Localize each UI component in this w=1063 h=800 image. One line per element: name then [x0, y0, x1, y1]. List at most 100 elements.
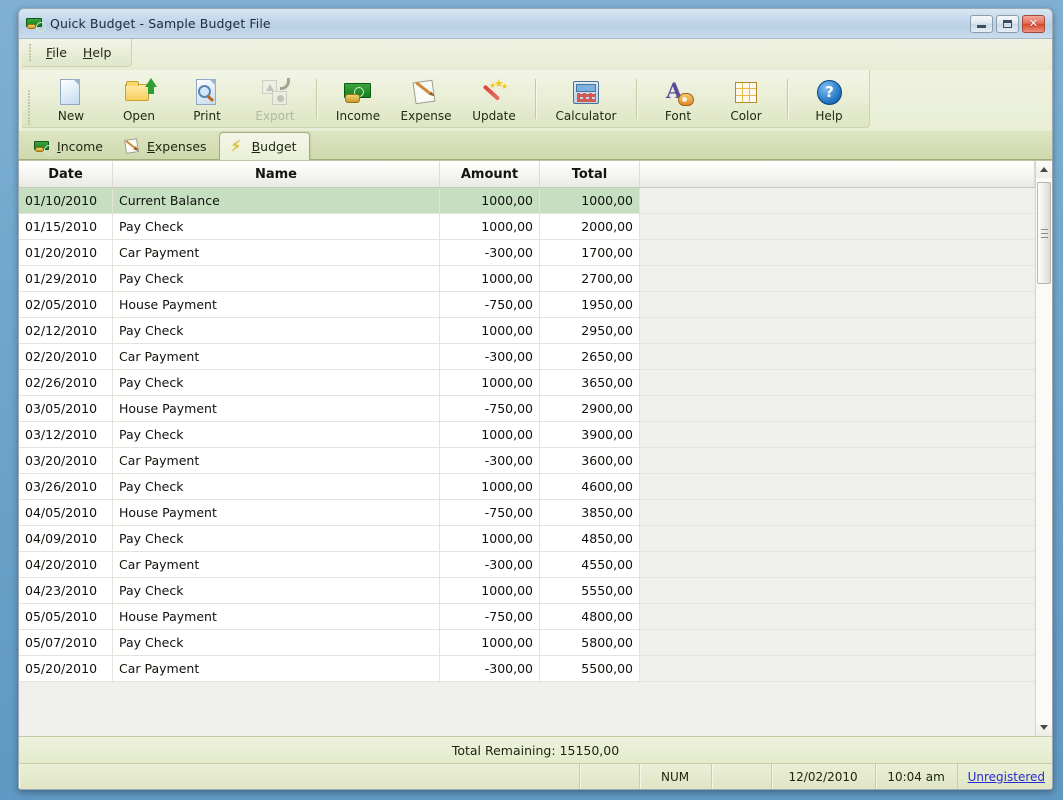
toolbar-button-help[interactable]: ? Help — [795, 73, 863, 125]
tab-income[interactable]: Income — [25, 133, 115, 159]
cell-name: Pay Check — [113, 266, 440, 291]
cell-total: 4600,00 — [540, 474, 640, 499]
toolbar-button-calculator[interactable]: Calculator — [543, 73, 629, 125]
table-row[interactable]: 01/20/2010 Car Payment -300,00 1700,00 — [19, 240, 1035, 266]
table-row[interactable]: 03/05/2010 House Payment -750,00 2900,00 — [19, 396, 1035, 422]
column-header-name[interactable]: Name — [113, 161, 440, 187]
menu-item-help[interactable]: Help — [75, 42, 120, 63]
table-row[interactable]: 05/07/2010 Pay Check 1000,00 5800,00 — [19, 630, 1035, 656]
cell-name: Pay Check — [113, 318, 440, 343]
toolbar-button-new[interactable]: New — [37, 73, 105, 125]
cell-total: 2000,00 — [540, 214, 640, 239]
window-title: Quick Budget - Sample Budget File — [50, 16, 271, 31]
cell-amount: -300,00 — [440, 240, 540, 265]
table-row[interactable]: 05/05/2010 House Payment -750,00 4800,00 — [19, 604, 1035, 630]
toolbar-separator — [535, 78, 536, 119]
vertical-scrollbar[interactable] — [1035, 161, 1052, 736]
table-row[interactable]: 04/05/2010 House Payment -750,00 3850,00 — [19, 500, 1035, 526]
toolbar-button-export: Export — [241, 73, 309, 125]
table-row[interactable]: 02/20/2010 Car Payment -300,00 2650,00 — [19, 344, 1035, 370]
column-header-filler — [640, 161, 1035, 187]
cell-name: Car Payment — [113, 656, 440, 681]
table-row[interactable]: 05/20/2010 Car Payment -300,00 5500,00 — [19, 656, 1035, 682]
cell-filler — [640, 500, 1035, 525]
cell-name: Pay Check — [113, 214, 440, 239]
table-row[interactable]: 02/05/2010 House Payment -750,00 1950,00 — [19, 292, 1035, 318]
column-header-total[interactable]: Total — [540, 161, 640, 187]
menu-item-file[interactable]: File — [38, 42, 75, 63]
toolbar-button-color[interactable]: Color — [712, 73, 780, 125]
cell-filler — [640, 292, 1035, 317]
cell-date: 01/10/2010 — [19, 188, 113, 213]
calculator-icon — [570, 78, 602, 107]
cell-total: 1950,00 — [540, 292, 640, 317]
toolbar-separator — [636, 78, 637, 119]
cell-total: 3600,00 — [540, 448, 640, 473]
tab-expenses-label: Expenses — [147, 138, 207, 154]
cell-amount: -300,00 — [440, 656, 540, 681]
tab-income-label: Income — [57, 138, 103, 154]
close-button[interactable]: ✕ — [1022, 14, 1045, 33]
table-row[interactable]: 03/26/2010 Pay Check 1000,00 4600,00 — [19, 474, 1035, 500]
unregistered-link[interactable]: Unregistered — [968, 770, 1045, 784]
status-registration: Unregistered — [958, 764, 1052, 789]
toolbar-button-update[interactable]: ★ ★ ★ Update — [460, 73, 528, 125]
note-pen-icon — [124, 137, 141, 154]
scroll-down-button[interactable] — [1036, 719, 1052, 736]
cell-filler — [640, 552, 1035, 577]
table-row[interactable]: 02/12/2010 Pay Check 1000,00 2950,00 — [19, 318, 1035, 344]
cell-date: 05/05/2010 — [19, 604, 113, 629]
table-row[interactable]: 04/09/2010 Pay Check 1000,00 4850,00 — [19, 526, 1035, 552]
cell-filler — [640, 526, 1035, 551]
cell-total: 2900,00 — [540, 396, 640, 421]
cell-date: 03/26/2010 — [19, 474, 113, 499]
scroll-up-button[interactable] — [1036, 161, 1052, 178]
grid-header-row: Date Name Amount Total — [19, 161, 1035, 188]
cell-name: House Payment — [113, 396, 440, 421]
scrollbar-track[interactable] — [1036, 178, 1052, 719]
maximize-button[interactable] — [996, 14, 1019, 33]
tab-expenses[interactable]: Expenses — [115, 133, 219, 159]
table-row[interactable]: 03/12/2010 Pay Check 1000,00 3900,00 — [19, 422, 1035, 448]
print-preview-icon — [191, 78, 223, 107]
cell-date: 01/15/2010 — [19, 214, 113, 239]
tab-budget[interactable]: ⚡ Budget — [218, 132, 310, 160]
table-row[interactable]: 04/23/2010 Pay Check 1000,00 5550,00 — [19, 578, 1035, 604]
table-row[interactable]: 02/26/2010 Pay Check 1000,00 3650,00 — [19, 370, 1035, 396]
column-header-amount[interactable]: Amount — [440, 161, 540, 187]
window-controls: ✕ — [970, 14, 1048, 33]
minimize-button[interactable] — [970, 14, 993, 33]
cell-name: Car Payment — [113, 552, 440, 577]
toolbar-button-income[interactable]: Income — [324, 73, 392, 125]
cell-date: 04/23/2010 — [19, 578, 113, 603]
cell-date: 01/20/2010 — [19, 240, 113, 265]
table-row[interactable]: 01/15/2010 Pay Check 1000,00 2000,00 — [19, 214, 1035, 240]
app-money-icon — [26, 16, 46, 32]
toolbar-grip-handle[interactable] — [25, 89, 33, 125]
cell-amount: -750,00 — [440, 396, 540, 421]
cell-name: Pay Check — [113, 630, 440, 655]
toolbar-button-expense[interactable]: Expense — [392, 73, 460, 125]
menu-grip-handle[interactable] — [26, 43, 34, 62]
status-bar: NUM 12/02/2010 10:04 am Unregistered — [19, 763, 1052, 789]
cell-total: 1700,00 — [540, 240, 640, 265]
budget-grid: Date Name Amount Total 01/10/2010 Current… — [19, 160, 1052, 736]
table-row[interactable]: 04/20/2010 Car Payment -300,00 4550,00 — [19, 552, 1035, 578]
cell-amount: 1000,00 — [440, 318, 540, 343]
cell-amount: 1000,00 — [440, 630, 540, 655]
cell-total: 3900,00 — [540, 422, 640, 447]
cell-total: 3650,00 — [540, 370, 640, 395]
table-row[interactable]: 03/20/2010 Car Payment -300,00 3600,00 — [19, 448, 1035, 474]
table-row[interactable]: 01/10/2010 Current Balance 1000,00 1000,00 — [19, 188, 1035, 214]
toolbar-button-print[interactable]: Print — [173, 73, 241, 125]
column-header-date[interactable]: Date — [19, 161, 113, 187]
scrollbar-thumb[interactable] — [1037, 182, 1051, 284]
expense-note-icon — [410, 78, 442, 107]
toolbar-button-open[interactable]: Open — [105, 73, 173, 125]
cell-date: 02/20/2010 — [19, 344, 113, 369]
table-row[interactable]: 01/29/2010 Pay Check 1000,00 2700,00 — [19, 266, 1035, 292]
toolbar-button-font[interactable]: A Font — [644, 73, 712, 125]
status-spacer-panel — [580, 764, 640, 789]
cell-total: 5550,00 — [540, 578, 640, 603]
cell-amount: -300,00 — [440, 344, 540, 369]
